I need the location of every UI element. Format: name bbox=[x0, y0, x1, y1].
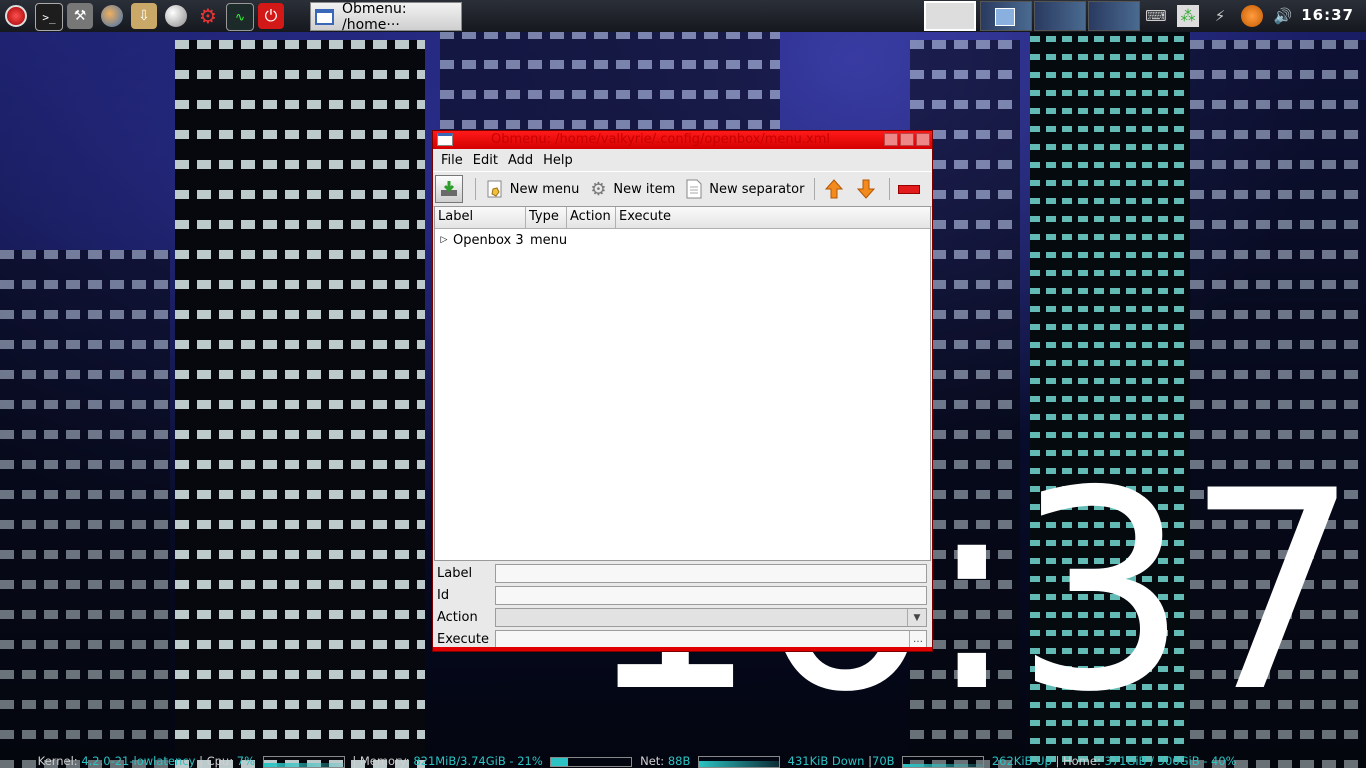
workspace-3[interactable] bbox=[1034, 1, 1086, 31]
tree-row[interactable]: ▷ Openbox 3 menu bbox=[435, 229, 930, 251]
save-button[interactable] bbox=[435, 175, 467, 203]
net-value: 88B bbox=[667, 754, 691, 768]
upload-total: 262KiB Up bbox=[991, 754, 1052, 768]
download-total: 431KiB Down bbox=[787, 754, 865, 768]
tools-icon[interactable]: ⚒ bbox=[67, 3, 93, 29]
chevron-down-icon[interactable]: ▼ bbox=[907, 609, 926, 626]
toolbar-separator bbox=[889, 178, 890, 200]
system-monitor-icon[interactable]: ∿ bbox=[226, 3, 254, 31]
id-field[interactable] bbox=[495, 586, 927, 605]
settings-icon[interactable]: ⚙ bbox=[195, 3, 221, 29]
toolbar-separator bbox=[475, 178, 476, 200]
move-up-button[interactable] bbox=[823, 178, 849, 200]
top-panel: >_ ⚒ ⇩ ⚙ ∿ ⏻ Obmenu: /home··· ⌨ ⁂ ⚡ 🔊 16… bbox=[0, 0, 1366, 33]
globe-icon[interactable] bbox=[163, 3, 189, 29]
browser-icon[interactable] bbox=[99, 3, 125, 29]
expander-icon[interactable]: ▷ bbox=[435, 235, 453, 245]
label-field[interactable] bbox=[495, 564, 927, 583]
network-icon[interactable]: ⁂ bbox=[1177, 5, 1199, 27]
workspace-1[interactable] bbox=[924, 1, 976, 31]
new-item-button[interactable]: ⚙ New item bbox=[587, 178, 675, 200]
net-label: Net: bbox=[640, 754, 665, 768]
upload-graph bbox=[902, 755, 985, 768]
tree-header: Label Type Action Execute bbox=[435, 207, 930, 229]
workspace-4[interactable] bbox=[1088, 1, 1140, 31]
kernel-value: 4.2.0-21-lowlatency bbox=[81, 754, 196, 768]
menu-file[interactable]: File bbox=[441, 153, 463, 168]
update-icon[interactable] bbox=[1241, 5, 1263, 27]
column-header-execute[interactable]: Execute bbox=[616, 207, 930, 228]
toolbar: New menu ⚙ New item New separator bbox=[433, 171, 932, 207]
keyboard-icon[interactable]: ⌨ bbox=[1145, 5, 1167, 27]
properties-form: Label Id Action ▼ Execute … bbox=[434, 563, 931, 651]
power-icon[interactable]: ⏻ bbox=[258, 3, 284, 29]
minimize-button[interactable] bbox=[884, 133, 898, 146]
memory-bar bbox=[550, 756, 633, 767]
memory-label: Memory: bbox=[359, 754, 410, 768]
cpu-label: Cpu: bbox=[206, 754, 234, 768]
wallpaper-building bbox=[0, 250, 170, 768]
remove-icon bbox=[897, 178, 920, 200]
new-item-icon: ⚙ bbox=[590, 178, 607, 200]
taskbar-window-obmenu[interactable]: Obmenu: /home··· bbox=[310, 0, 462, 33]
id-field-label: Id bbox=[437, 588, 450, 603]
memory-value: 821MiB/3.74GiB - 21% bbox=[413, 754, 543, 768]
menu-add[interactable]: Add bbox=[508, 153, 533, 168]
archive-icon[interactable]: ⇩ bbox=[131, 3, 157, 29]
cpu-value: 7% bbox=[236, 754, 255, 768]
toolbar-separator bbox=[814, 178, 816, 200]
menu-edit[interactable]: Edit bbox=[473, 153, 498, 168]
new-separator-button[interactable]: New separator bbox=[683, 178, 804, 200]
plug-icon[interactable]: ⚡ bbox=[1209, 5, 1231, 27]
execute-field-label: Execute bbox=[437, 632, 489, 647]
download-graph bbox=[698, 755, 780, 768]
column-header-type[interactable]: Type bbox=[526, 207, 567, 228]
menu-tree[interactable]: Label Type Action Execute ▷ Openbox 3 me… bbox=[434, 206, 931, 561]
workspace-2[interactable] bbox=[980, 1, 1032, 31]
window-icon bbox=[437, 133, 453, 146]
arrow-down-icon bbox=[855, 178, 877, 200]
terminal-icon[interactable]: >_ bbox=[35, 3, 63, 31]
close-button[interactable] bbox=[916, 133, 930, 146]
home-value: 371GiB / 906GiB - 40% bbox=[1104, 754, 1237, 768]
new-menu-button[interactable]: New menu bbox=[484, 178, 580, 200]
new-separator-label: New separator bbox=[709, 181, 805, 197]
menu-help[interactable]: Help bbox=[543, 153, 573, 168]
wallpaper-building bbox=[175, 40, 425, 768]
action-field-label: Action bbox=[437, 610, 478, 625]
window-title: Obmenu: /home/valkyrie/.config/openbox/m… bbox=[491, 132, 830, 147]
cpu-graph bbox=[262, 755, 345, 768]
row-type: menu bbox=[530, 232, 568, 248]
volume-icon[interactable]: 🔊 bbox=[1272, 5, 1294, 27]
menu-icon[interactable] bbox=[3, 3, 29, 29]
menubar: File Edit Add Help bbox=[433, 149, 932, 171]
column-header-action[interactable]: Action bbox=[567, 207, 616, 228]
panel-clock[interactable]: 16:37 bbox=[1301, 6, 1354, 24]
kernel-label: Kernel: bbox=[37, 754, 78, 768]
obmenu-window: Obmenu: /home/valkyrie/.config/openbox/m… bbox=[432, 130, 933, 652]
home-label: Home: bbox=[1063, 754, 1101, 768]
browse-button[interactable]: … bbox=[909, 631, 926, 648]
column-header-label[interactable]: Label bbox=[435, 207, 526, 228]
maximize-button[interactable] bbox=[900, 133, 914, 146]
new-item-label: New item bbox=[613, 181, 676, 197]
conky-status-bar: Kernel: 4.2.0-21-lowlatency | Cpu: 7% | … bbox=[37, 754, 1237, 768]
window-bottom-border bbox=[433, 647, 932, 651]
new-menu-label: New menu bbox=[509, 181, 580, 197]
taskbar-window-title: Obmenu: /home··· bbox=[342, 0, 407, 33]
window-titlebar[interactable]: Obmenu: /home/valkyrie/.config/openbox/m… bbox=[433, 131, 932, 149]
remove-button[interactable] bbox=[897, 178, 924, 200]
row-label: Openbox 3 bbox=[453, 232, 524, 248]
action-select[interactable]: ▼ bbox=[495, 608, 927, 627]
label-field-label: Label bbox=[437, 566, 473, 581]
download-rate: 70B bbox=[872, 754, 895, 768]
window-icon bbox=[315, 8, 335, 25]
arrow-up-icon bbox=[823, 178, 845, 200]
move-down-button[interactable] bbox=[855, 178, 881, 200]
new-separator-icon bbox=[683, 178, 705, 200]
new-menu-icon bbox=[484, 178, 506, 200]
save-icon bbox=[435, 175, 463, 203]
